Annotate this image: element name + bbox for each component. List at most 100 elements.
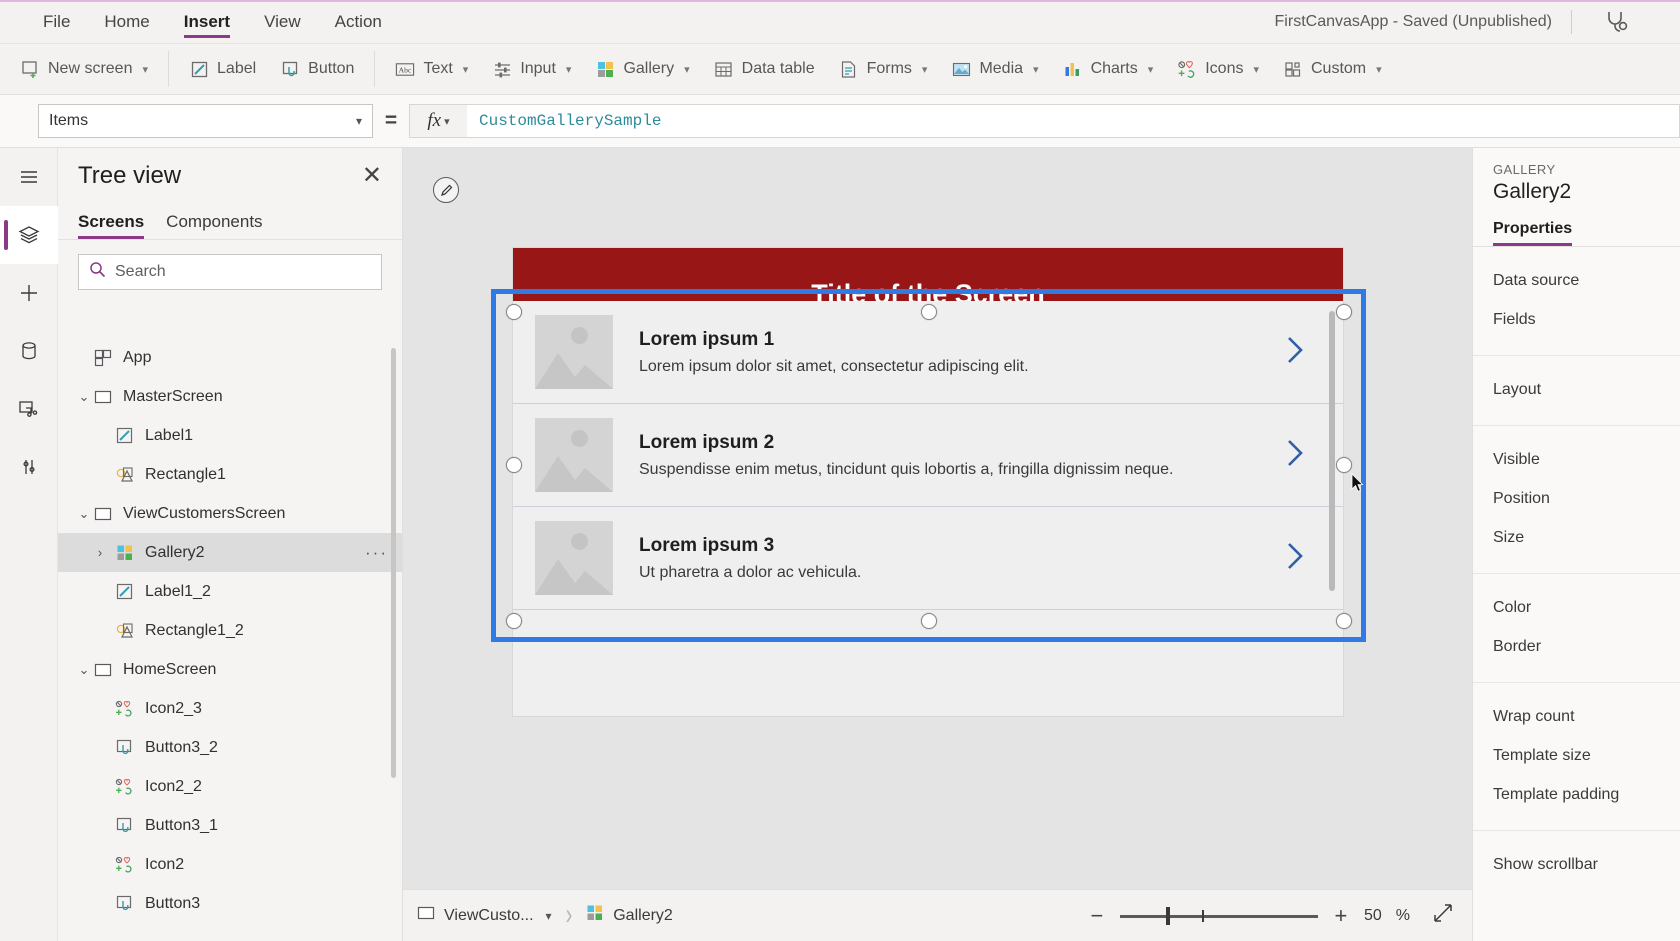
zoom-slider-thumb[interactable] [1165, 906, 1170, 925]
property-row-template-size[interactable]: Template size [1473, 736, 1680, 775]
ribbon-label-button[interactable]: Label [177, 49, 268, 89]
tree-node-button3-1[interactable]: Button3_1 [58, 806, 402, 845]
media-icon [951, 59, 971, 79]
property-row-show-scrollbar[interactable]: Show scrollbar [1473, 845, 1680, 884]
app-checker-icon[interactable] [1602, 0, 1628, 44]
ribbon-forms-button[interactable]: Forms ▾ [827, 49, 940, 89]
image-placeholder-icon [535, 418, 613, 492]
property-dropdown[interactable]: Items ▾ [38, 104, 373, 138]
property-row-layout[interactable]: Layout [1473, 370, 1680, 409]
resize-handle-middle-left[interactable] [506, 457, 522, 473]
gallery-item[interactable]: Lorem ipsum 2 Suspendisse enim metus, ti… [513, 404, 1343, 507]
tree-node-icon2-3[interactable]: Icon2_3 [58, 689, 402, 728]
formula-input[interactable]: CustomGallerySample [467, 104, 1680, 138]
control-type-kicker: GALLERY [1493, 162, 1556, 177]
gallery-item-subtitle: Ut pharetra a dolor ac vehicula. [639, 563, 862, 581]
more-options-icon[interactable]: ··· [365, 543, 388, 563]
property-row-data-source[interactable]: Data source [1473, 261, 1680, 300]
breadcrumb-control[interactable]: Gallery2 [572, 890, 687, 941]
property-row-position[interactable]: Position [1473, 479, 1680, 518]
resize-handle-top-center[interactable] [921, 304, 937, 320]
insert-plus-icon[interactable] [0, 264, 58, 322]
tree-node-app[interactable]: App [58, 338, 402, 377]
resize-handle-bottom-right[interactable] [1336, 613, 1352, 629]
tree-node-rectangle1[interactable]: Rectangle1 [58, 455, 402, 494]
tree-view-icon[interactable] [0, 206, 58, 264]
property-row-border[interactable]: Border [1473, 627, 1680, 666]
tree-node-button3-2[interactable]: Button3_2 [58, 728, 402, 767]
breadcrumb-screen[interactable]: ViewCusto... ▾ [403, 890, 566, 941]
property-row-visible[interactable]: Visible [1473, 440, 1680, 479]
resize-handle-top-left[interactable] [506, 304, 522, 320]
menu-item-home[interactable]: Home [87, 0, 166, 44]
tree-scrollbar[interactable] [391, 348, 396, 778]
property-row-fields[interactable]: Fields [1473, 300, 1680, 339]
resize-handle-bottom-center[interactable] [921, 613, 937, 629]
ribbon-icons-button[interactable]: Icons ▾ [1165, 49, 1271, 89]
property-row-color[interactable]: Color [1473, 588, 1680, 627]
ribbon-button-button[interactable]: Button [268, 49, 366, 89]
tree-node-label1-2[interactable]: Label1_2 [58, 572, 402, 611]
search-input[interactable]: Search [78, 254, 382, 290]
close-icon[interactable]: ✕ [362, 164, 382, 188]
gallery-scrollbar[interactable] [1329, 311, 1335, 591]
fit-to-screen-icon[interactable] [1432, 902, 1454, 929]
tree-node-rectangle1-2[interactable]: Rectangle1_2 [58, 611, 402, 650]
menu-item-action[interactable]: Action [318, 0, 399, 44]
chevron-down-icon: ▾ [565, 63, 572, 76]
thumb-mountain [535, 559, 613, 595]
menu-item-insert[interactable]: Insert [167, 0, 247, 44]
ribbon-media-button[interactable]: Media ▾ [939, 49, 1050, 89]
ribbon-text-button[interactable]: Abc Text ▾ [383, 49, 480, 89]
chevron-down-icon[interactable]: ▾ [546, 909, 552, 923]
edit-pencil-icon[interactable] [433, 177, 459, 203]
canvas-area[interactable]: Title of the Screen Lorem ipsum 1 Lorem … [403, 148, 1472, 889]
tab-components[interactable]: Components [166, 212, 262, 239]
property-row-template-padding[interactable]: Template padding [1473, 775, 1680, 814]
tab-screens[interactable]: Screens [78, 212, 145, 239]
data-sources-icon[interactable] [0, 322, 58, 380]
tree-node-button3[interactable]: Button3 [58, 884, 402, 923]
resize-handle-top-right[interactable] [1336, 304, 1352, 320]
zoom-out-button[interactable]: − [1088, 904, 1106, 927]
chevron-down-icon: ▾ [1147, 63, 1154, 76]
ribbon-gallery-button[interactable]: Gallery ▾ [583, 49, 701, 89]
ribbon-new-screen-button[interactable]: New screen ▾ [8, 49, 160, 89]
media-library-icon[interactable] [0, 380, 58, 438]
gallery-control[interactable]: Lorem ipsum 1 Lorem ipsum dolor sit amet… [513, 301, 1343, 631]
ribbon-data-table-button[interactable]: Data table [702, 49, 827, 89]
tree-node-gallery2[interactable]: › Gallery2 ··· [58, 533, 402, 572]
ribbon-custom-button[interactable]: Custom ▾ [1271, 49, 1394, 89]
label-icon [114, 581, 136, 603]
chevron-down-icon: ▾ [1376, 63, 1382, 76]
chevron-down-icon[interactable]: ⌄ [76, 389, 92, 405]
chevron-right-icon[interactable] [1285, 335, 1305, 370]
chevron-down-icon[interactable]: ⌄ [76, 662, 92, 678]
resize-handle-middle-right[interactable] [1336, 457, 1352, 473]
ribbon-input-button[interactable]: Input ▾ [480, 49, 583, 89]
hamburger-menu-icon[interactable] [0, 148, 58, 206]
gallery-item[interactable]: Lorem ipsum 3 Ut pharetra a dolor ac veh… [513, 507, 1343, 610]
tree-node-icon2[interactable]: Icon2 [58, 845, 402, 884]
tab-properties[interactable]: Properties [1493, 220, 1573, 246]
tree-node-viewcustomersscreen[interactable]: ⌄ ViewCustomersScreen [58, 494, 402, 533]
chevron-right-icon[interactable]: › [92, 545, 108, 560]
ribbon-charts-button[interactable]: Charts ▾ [1051, 49, 1166, 89]
zoom-in-button[interactable]: + [1332, 904, 1350, 927]
zoom-slider[interactable] [1119, 906, 1318, 925]
fx-button[interactable]: fx ▾ [409, 104, 467, 138]
menu-item-view[interactable]: View [247, 0, 318, 44]
property-row-wrap-count[interactable]: Wrap count [1473, 697, 1680, 736]
chevron-down-icon: ▾ [462, 63, 469, 76]
chevron-down-icon[interactable]: ⌄ [76, 506, 92, 522]
resize-handle-bottom-left[interactable] [506, 613, 522, 629]
tree-node-masterscreen[interactable]: ⌄ MasterScreen [58, 377, 402, 416]
chevron-right-icon[interactable] [1285, 541, 1305, 576]
tree-node-label1[interactable]: Label1 [58, 416, 402, 455]
tree-node-icon2-2[interactable]: Icon2_2 [58, 767, 402, 806]
variables-icon[interactable] [0, 438, 58, 496]
chevron-right-icon[interactable] [1285, 438, 1305, 473]
property-row-size[interactable]: Size [1473, 518, 1680, 557]
menu-item-file[interactable]: File [26, 0, 87, 44]
tree-node-homescreen[interactable]: ⌄ HomeScreen [58, 650, 402, 689]
